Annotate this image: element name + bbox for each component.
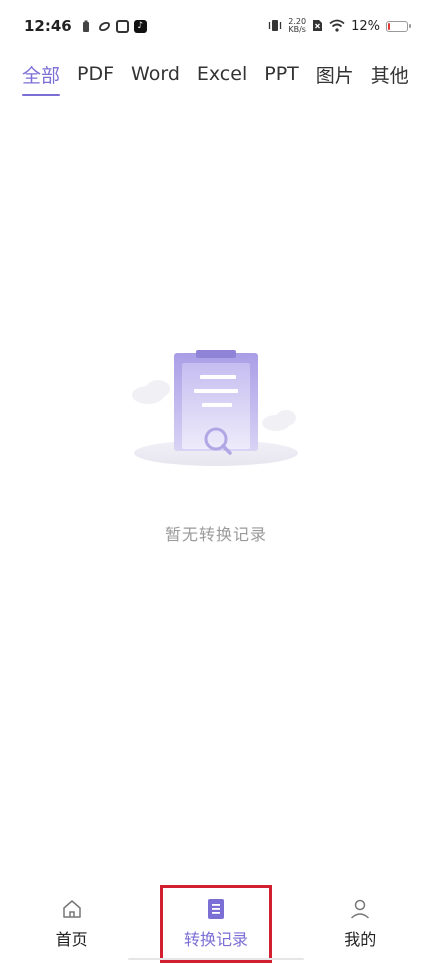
nav-label-profile: 我的: [344, 930, 377, 949]
status-time: 12:46: [24, 17, 72, 35]
vibrate-icon: [268, 17, 282, 36]
battery-level-fill: [388, 22, 390, 30]
nav-label-home: 首页: [55, 930, 88, 949]
tab-6[interactable]: 其他: [371, 52, 409, 96]
tiktok-icon: ♪: [133, 19, 147, 33]
clipboard-search-icon: [132, 350, 298, 466]
status-system-icons: 2.20 KB/s 12%: [268, 17, 411, 36]
filter-tabs: 全部 PDF Word Excel PPT 图片 其他: [0, 52, 432, 96]
home-icon: [61, 898, 83, 920]
document-icon: [205, 898, 227, 920]
wifi-icon: [329, 17, 345, 36]
no-sim-icon: [312, 17, 323, 36]
battery-percent: 12%: [351, 18, 380, 34]
tab-4[interactable]: PPT: [264, 52, 299, 96]
tab-3[interactable]: Excel: [197, 52, 247, 96]
nav-item-home[interactable]: 首页: [17, 885, 127, 963]
tab-2[interactable]: Word: [131, 52, 180, 96]
battery-icon: [386, 20, 411, 32]
battery-saver-icon: [80, 20, 93, 33]
bottom-navigation: 首页 转换记录 我的: [0, 884, 432, 964]
status-notification-icons: ♪: [80, 19, 147, 33]
nav-item-profile[interactable]: 我的: [305, 885, 415, 963]
status-bar: 12:46 ♪ 2.20 KB/s 12%: [0, 0, 432, 52]
empty-state-message: 暂无转换记录: [164, 525, 267, 544]
gallery-icon: [115, 19, 129, 33]
empty-state: 暂无转换记录: [0, 345, 432, 545]
tab-0[interactable]: 全部: [22, 52, 61, 96]
network-speed: 2.20 KB/s: [288, 18, 306, 34]
sync-icon: [98, 20, 111, 33]
nav-label-conversion-records: 转换记录: [183, 930, 248, 949]
nav-item-conversion-records[interactable]: 转换记录: [159, 885, 272, 963]
home-indicator[interactable]: [128, 958, 304, 960]
tab-5[interactable]: 图片: [316, 52, 354, 96]
network-speed-unit: KB/s: [288, 25, 306, 34]
tab-1[interactable]: PDF: [77, 52, 114, 96]
user-icon: [349, 898, 371, 920]
